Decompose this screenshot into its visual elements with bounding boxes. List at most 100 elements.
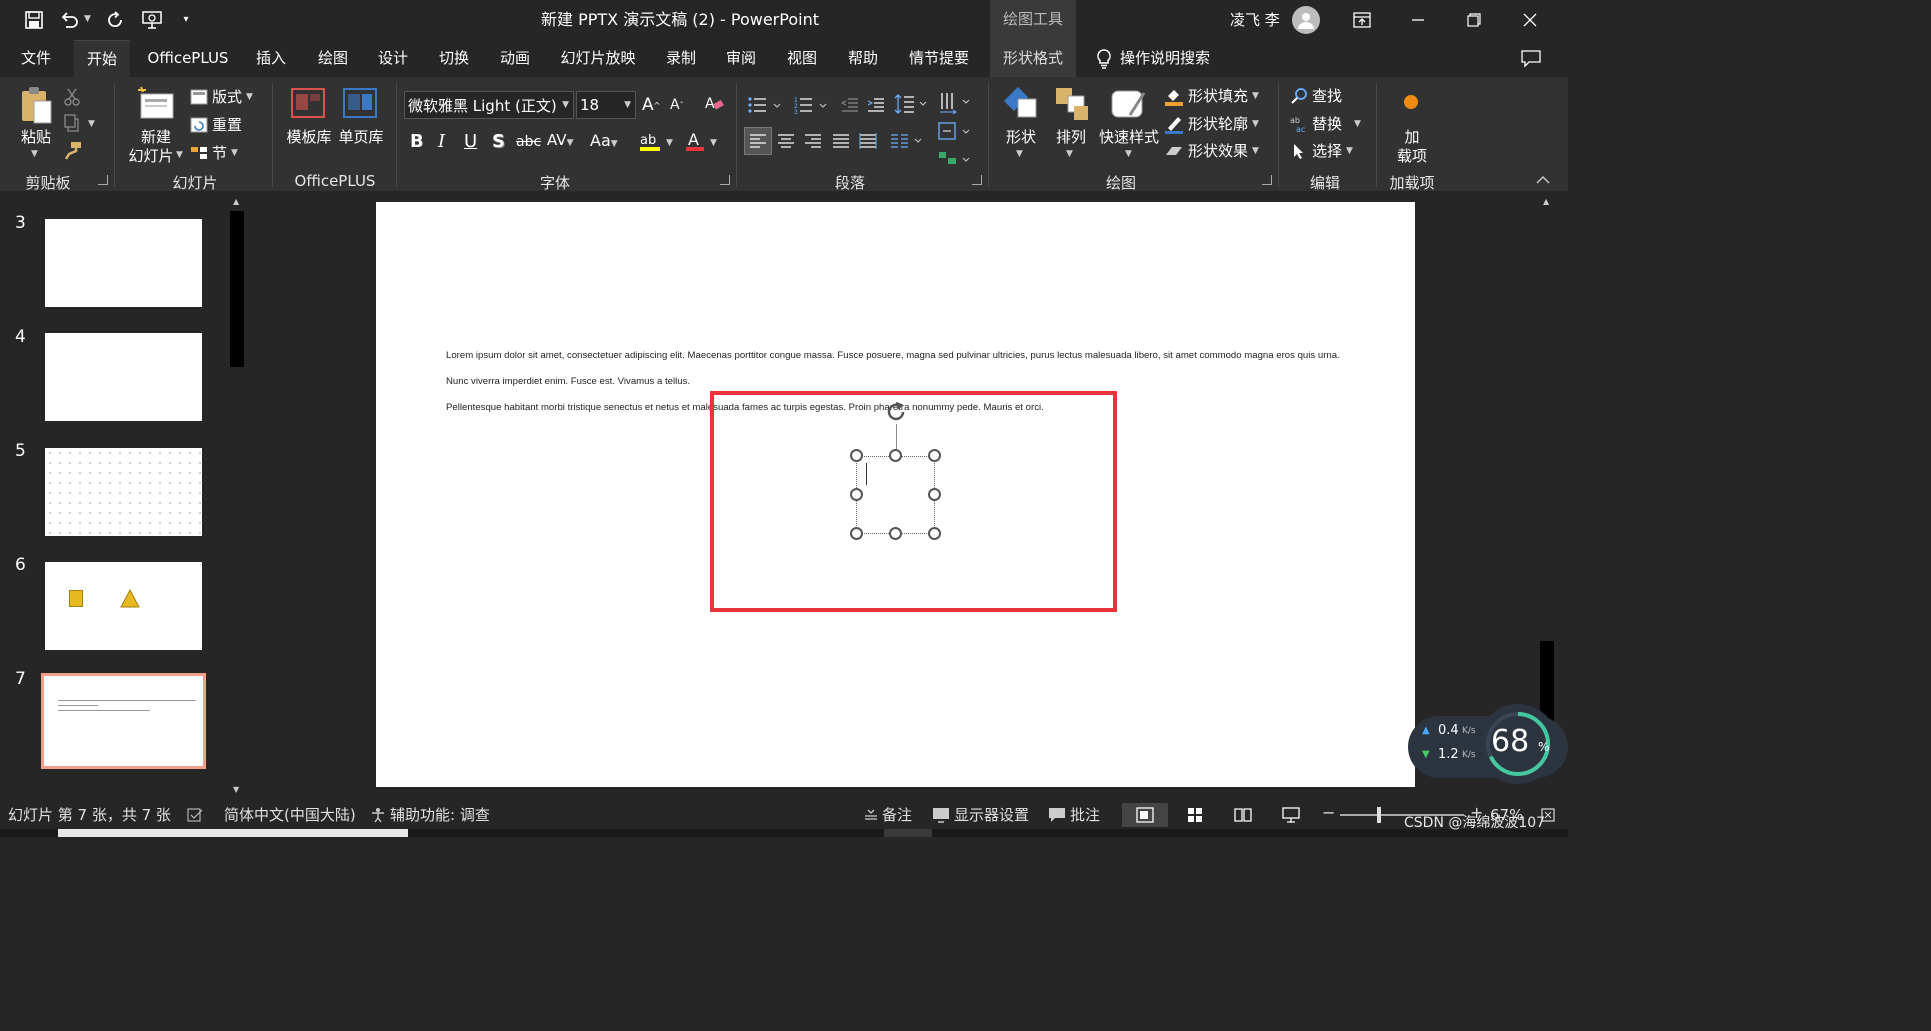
tab-shape-format[interactable]: 形状格式 <box>990 40 1076 77</box>
copy-icon[interactable] <box>62 113 82 133</box>
resize-handle-bottom-left[interactable] <box>850 527 863 540</box>
shadow-icon[interactable]: S <box>492 131 505 152</box>
change-case-icon[interactable]: Aa▼ <box>590 131 618 150</box>
tell-me-search[interactable]: 操作说明搜索 <box>1120 40 1220 77</box>
font-color-dropdown-icon[interactable]: ▼ <box>710 138 717 148</box>
resize-handle-left[interactable] <box>850 488 863 501</box>
tab-design[interactable]: 设计 <box>370 40 416 77</box>
shapes-button[interactable]: 形状 <box>1002 126 1040 147</box>
scroll-up-arrow-icon[interactable]: ▲ <box>1543 197 1549 206</box>
scroll-down-arrow-icon[interactable]: ▼ <box>233 785 239 794</box>
presenter-icon[interactable] <box>140 9 164 31</box>
clear-formatting-icon[interactable]: A <box>704 93 724 113</box>
numbering-icon[interactable]: 123 <box>794 95 828 115</box>
copy-dropdown-icon[interactable]: ▼ <box>88 119 95 129</box>
font-name-select[interactable]: 微软雅黑 Light (正文) ▼ <box>404 91 574 119</box>
format-painter-icon[interactable] <box>62 139 84 161</box>
slide-thumbnail-3[interactable] <box>45 219 202 307</box>
select-button[interactable]: 选择 ▼ <box>1290 140 1353 161</box>
justify-icon[interactable] <box>831 131 851 151</box>
strikethrough-icon[interactable]: abc <box>516 134 541 150</box>
comments-panel-icon[interactable] <box>1520 49 1542 69</box>
comments-button[interactable]: 批注 <box>1048 801 1100 829</box>
new-slide-dropdown-icon[interactable]: ▼ <box>176 150 183 160</box>
shapes-dropdown-icon[interactable]: ▼ <box>1016 149 1023 159</box>
char-spacing-icon[interactable]: AV▼ <box>547 131 574 149</box>
decrease-indent-icon[interactable] <box>840 95 860 115</box>
align-left-icon[interactable] <box>744 127 772 155</box>
customize-toolbar-icon[interactable]: ▾ <box>180 12 192 26</box>
selected-textbox[interactable] <box>856 456 935 534</box>
align-right-icon[interactable] <box>803 131 823 151</box>
tab-record[interactable]: 录制 <box>658 40 704 77</box>
close-icon[interactable] <box>1522 12 1538 28</box>
shapes-icon[interactable] <box>1002 85 1040 123</box>
paste-button[interactable]: 粘贴 <box>18 126 54 147</box>
align-text-icon[interactable] <box>938 121 972 143</box>
notes-button[interactable]: 备注 <box>864 801 912 829</box>
new-slide-label-1[interactable]: 新建 <box>128 126 184 147</box>
new-slide-label-2[interactable]: 幻灯片 <box>126 145 176 166</box>
slide-thumbnail-4[interactable] <box>45 333 202 421</box>
paragraph-launcher-icon[interactable] <box>972 175 982 185</box>
arrange-dropdown-icon[interactable]: ▼ <box>1066 149 1073 159</box>
user-name[interactable]: 凌飞 李 <box>1230 0 1280 40</box>
resize-handle-bottom[interactable] <box>889 527 902 540</box>
canvas-scrollbar[interactable]: ▲ <box>1538 191 1556 771</box>
font-color-icon[interactable]: A <box>684 129 706 153</box>
scroll-thumb[interactable] <box>230 211 244 367</box>
line-spacing-icon[interactable] <box>894 93 930 115</box>
tab-home[interactable]: 开始 <box>74 40 130 77</box>
tab-insert[interactable]: 插入 <box>248 40 294 77</box>
italic-icon[interactable]: I <box>438 131 445 152</box>
tab-review[interactable]: 审阅 <box>718 40 764 77</box>
underline-icon[interactable]: U <box>464 131 477 152</box>
replace-button[interactable]: ab ac 替换 ▼ <box>1290 113 1361 134</box>
slide-text-line-2[interactable]: Nunc viverra imperdiet enim. Fusce est. … <box>446 376 690 387</box>
template-library-button[interactable]: 模板库 <box>284 126 334 147</box>
normal-view-icon[interactable] <box>1122 803 1168 827</box>
thumbnail-scrollbar[interactable]: ▲ ▼ <box>228 191 246 801</box>
language-status[interactable]: 简体中文(中国大陆) <box>224 801 356 829</box>
font-size-select[interactable]: 18 ▼ <box>576 91 636 119</box>
highlight-color-icon[interactable]: ab <box>638 129 662 153</box>
drawing-launcher-icon[interactable] <box>1262 175 1272 185</box>
tab-help[interactable]: 帮助 <box>840 40 886 77</box>
arrange-button[interactable]: 排列 <box>1052 126 1090 147</box>
new-slide-icon[interactable] <box>136 85 176 121</box>
accessibility-status[interactable]: 辅助功能: 调查 <box>370 801 490 829</box>
paste-icon[interactable] <box>18 85 54 125</box>
tab-draw[interactable]: 绘图 <box>310 40 356 77</box>
collapse-ribbon-icon[interactable] <box>1536 175 1550 185</box>
reading-view-icon[interactable] <box>1234 807 1252 823</box>
tab-file[interactable]: 文件 <box>12 40 60 77</box>
single-page-library-icon[interactable] <box>342 87 378 119</box>
restore-icon[interactable] <box>1466 12 1482 28</box>
redo-icon[interactable] <box>104 9 126 31</box>
resize-handle-bottom-right[interactable] <box>928 527 941 540</box>
bold-icon[interactable]: B <box>410 131 424 152</box>
slide-canvas[interactable]: Lorem ipsum dolor sit amet, consectetuer… <box>376 202 1415 787</box>
undo-dropdown-icon[interactable]: ▼ <box>84 14 91 24</box>
undo-icon[interactable] <box>58 9 80 31</box>
tab-officeplus[interactable]: OfficePLUS <box>140 40 236 77</box>
smartart-icon[interactable] <box>938 149 972 171</box>
tab-view[interactable]: 视图 <box>779 40 825 77</box>
bullets-icon[interactable] <box>748 95 782 115</box>
resize-handle-right[interactable] <box>928 488 941 501</box>
resize-handle-top-left[interactable] <box>850 449 863 462</box>
zoom-slider-thumb[interactable] <box>1377 807 1382 823</box>
slide-thumbnail-5[interactable] <box>45 448 202 536</box>
layout-button[interactable]: 版式 ▼ <box>190 86 253 107</box>
section-button[interactable]: 节 ▼ <box>190 142 238 163</box>
resize-handle-top[interactable] <box>889 449 902 462</box>
minimize-icon[interactable] <box>1410 12 1426 28</box>
shape-effects-button[interactable]: 形状效果 ▼ <box>1164 140 1259 161</box>
tab-transitions[interactable]: 切换 <box>431 40 477 77</box>
ribbon-display-options-icon[interactable] <box>1352 11 1372 29</box>
save-icon[interactable] <box>24 10 44 30</box>
display-settings-button[interactable]: 显示器设置 <box>932 801 1029 829</box>
increase-font-size-icon[interactable]: A ^ <box>642 95 660 115</box>
decrease-font-size-icon[interactable]: Aˇ <box>670 97 684 113</box>
tab-slideshow[interactable]: 幻灯片放映 <box>556 40 640 77</box>
